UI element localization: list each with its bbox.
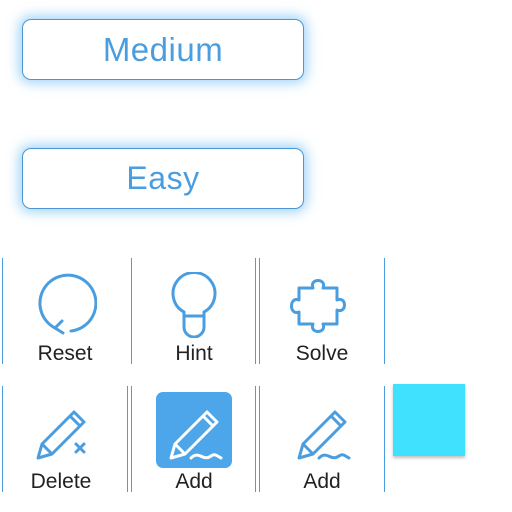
delete-label: Delete: [30, 470, 92, 493]
solve-button[interactable]: Solve: [262, 260, 382, 368]
pencil-add-icon: [262, 398, 382, 468]
add-pencil-button-selected[interactable]: Add: [134, 388, 254, 496]
medium-difficulty-label: Medium: [102, 30, 224, 68]
delete-pencil-button[interactable]: Delete: [1, 388, 121, 496]
color-swatch[interactable]: [393, 384, 465, 456]
toolbar-divider: [2, 258, 3, 364]
solve-label: Solve: [295, 342, 349, 365]
toolbar-divider: [384, 386, 385, 492]
add-label: Add: [175, 470, 213, 493]
medium-difficulty-button[interactable]: Medium: [22, 19, 304, 80]
puzzle-controls-screen: Medium Easy Reset Hint Solve Delete Add …: [0, 0, 512, 512]
pencil-add-icon: [134, 398, 254, 468]
toolbar-divider: [384, 258, 385, 364]
reset-icon: [5, 270, 125, 340]
toolbar-divider: [259, 258, 260, 364]
easy-difficulty-button[interactable]: Easy: [22, 148, 304, 209]
hint-label: Hint: [175, 342, 213, 365]
hint-button[interactable]: Hint: [134, 260, 254, 368]
pencil-delete-icon: [1, 398, 121, 468]
puzzle-icon: [262, 270, 382, 340]
toolbar-divider: [259, 386, 260, 492]
toolbar-divider: [255, 386, 256, 492]
add-label: Add: [303, 470, 341, 493]
toolbar-divider: [127, 386, 128, 492]
toolbar-divider: [131, 386, 132, 492]
add-pencil-button[interactable]: Add: [262, 388, 382, 496]
toolbar-divider: [255, 258, 256, 364]
easy-difficulty-label: Easy: [126, 160, 200, 196]
toolbar-divider: [131, 258, 132, 364]
lightbulb-icon: [134, 270, 254, 340]
reset-label: Reset: [37, 342, 93, 365]
reset-button[interactable]: Reset: [5, 260, 125, 368]
